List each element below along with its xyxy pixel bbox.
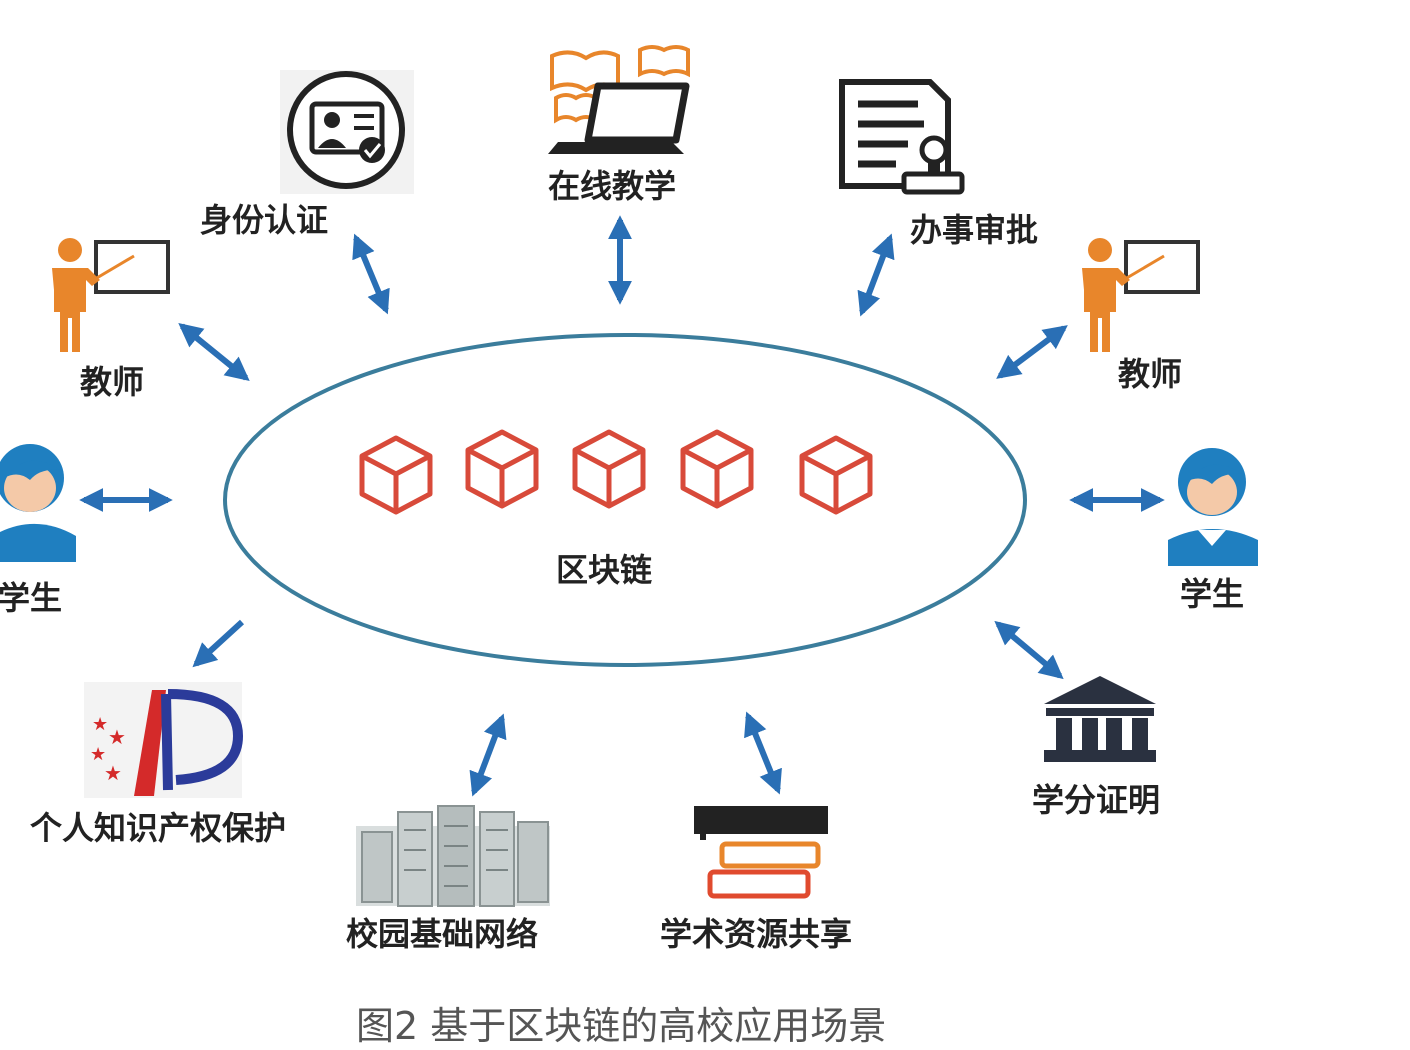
teacher-left-label: 教师	[80, 363, 145, 401]
institution-building-icon	[1044, 676, 1156, 762]
teacher-right-label: 教师	[1118, 355, 1183, 393]
teacher-icon	[1082, 238, 1200, 352]
graduation-books-icon	[694, 806, 828, 899]
document-stamp-icon	[839, 79, 965, 195]
id-card-icon	[280, 70, 414, 194]
teacher-icon	[52, 238, 170, 352]
academic-sharing-label: 学术资源共享	[660, 915, 853, 953]
student-icon	[1168, 448, 1258, 566]
svg-text:★: ★	[104, 761, 122, 785]
svg-text:★: ★	[108, 725, 126, 749]
block-cube-icon	[468, 432, 536, 506]
arrow-approval	[857, 233, 895, 317]
student-left-label: 学生	[0, 579, 63, 617]
center-label: 区块链	[556, 551, 653, 589]
block-cube-icon	[683, 432, 751, 506]
connector-arrows	[79, 215, 1165, 797]
arrow-credit-certificate	[994, 620, 1064, 680]
arrow-ip-protection	[192, 619, 245, 668]
server-racks-icon	[356, 805, 550, 907]
student-right-label: 学生	[1180, 575, 1245, 613]
laptop-books-icon	[548, 45, 690, 154]
campus-network-label: 校园基础网络	[346, 915, 539, 953]
credit-certificate-label: 学分证明	[1032, 781, 1161, 819]
arrow-campus-network	[469, 713, 507, 797]
block-cube-icon	[362, 438, 430, 512]
arrow-identity	[352, 233, 390, 315]
ip-protection-label: 个人知识产权保护	[30, 809, 287, 847]
block-cubes	[362, 432, 870, 512]
svg-text:★: ★	[92, 714, 108, 735]
online-teaching-label: 在线教学	[548, 167, 677, 205]
arrow-academic-sharing	[744, 711, 782, 795]
arrow-teacher-left	[178, 322, 250, 382]
approval-label: 办事审批	[910, 211, 1039, 249]
student-icon	[0, 444, 76, 562]
block-cube-icon	[802, 438, 870, 512]
blockchain-diagram: ★ ★ ★ ★	[0, 45, 1258, 907]
ip-logo-icon: ★ ★ ★ ★	[84, 682, 244, 798]
block-cube-icon	[575, 432, 643, 506]
identity-label: 身份认证	[200, 201, 329, 239]
figure-caption: 图2 基于区块链的高校应用场景	[356, 1004, 887, 1048]
arrow-teacher-right	[996, 325, 1068, 379]
